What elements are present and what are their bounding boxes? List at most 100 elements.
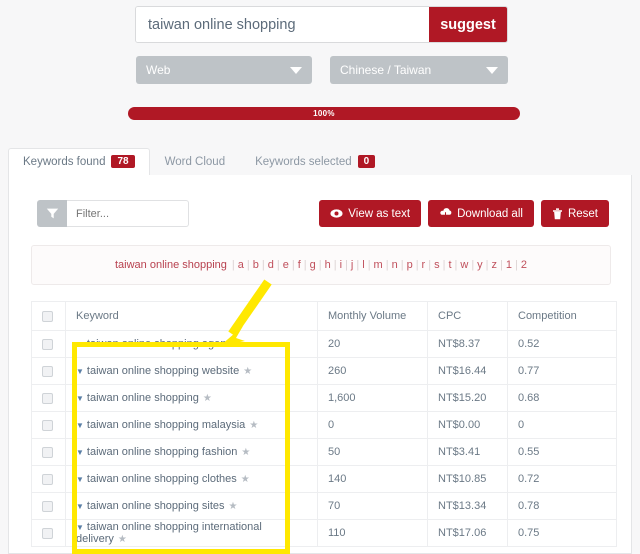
keyword-cell[interactable]: ▼ taiwan online shopping malaysia ★	[65, 411, 318, 439]
button-label: View as text	[348, 207, 411, 220]
eye-icon	[330, 209, 343, 218]
alpha-nav-keyword: taiwan online shopping	[115, 259, 227, 271]
favorite-star-icon[interactable]: ★	[233, 339, 242, 350]
expand-triangle-icon[interactable]: ▼	[76, 448, 84, 457]
alpha-nav-separator: |	[345, 259, 348, 271]
alpha-nav-link-n[interactable]: n	[392, 259, 398, 271]
row-checkbox[interactable]	[42, 527, 53, 539]
tab-word-cloud[interactable]: Word Cloud	[150, 149, 241, 175]
column-header-keyword[interactable]: Keyword	[65, 301, 318, 331]
keyword-label[interactable]: taiwan online shopping agent	[87, 338, 230, 350]
row-select-cell	[31, 465, 66, 493]
keyword-cell[interactable]: ▼ taiwan online shopping international de…	[65, 519, 318, 547]
expand-triangle-icon[interactable]: ▼	[76, 475, 84, 484]
row-select-cell	[31, 492, 66, 520]
table-row: ▼ taiwan online shopping website ★ 260 NT$16…	[31, 357, 617, 385]
alpha-nav-link-m[interactable]: m	[374, 259, 383, 271]
alpha-nav-link-f[interactable]: f	[298, 259, 301, 271]
keyword-label[interactable]: taiwan online shopping malaysia	[87, 419, 245, 431]
favorite-star-icon[interactable]: ★	[203, 393, 212, 404]
expand-triangle-icon[interactable]: ▼	[76, 394, 84, 403]
favorite-star-icon[interactable]: ★	[229, 501, 238, 512]
tab-label: Keywords found	[23, 155, 106, 168]
alpha-nav-separator: |	[428, 259, 432, 271]
column-header-monthly-volume[interactable]: Monthly Volume	[317, 301, 428, 331]
keyword-label[interactable]: taiwan online shopping fashion	[87, 446, 237, 458]
alpha-nav-link-t[interactable]: t	[448, 259, 451, 271]
alpha-nav-letters: | a | b | d | e | f | g | h | i | j | l | m | n | p | r | s | t | w | y | z | 1…	[229, 259, 527, 271]
alpha-nav-link-j[interactable]: j	[351, 259, 353, 271]
expand-triangle-icon[interactable]: ▼	[76, 523, 84, 532]
row-checkbox[interactable]	[42, 473, 53, 485]
alphabet-nav: taiwan online shopping | a | b | d | e | f | g | h | i |…	[31, 245, 611, 285]
row-checkbox[interactable]	[42, 500, 53, 512]
alpha-nav-link-z[interactable]: z	[492, 259, 498, 271]
keyword-cell[interactable]: ▼ taiwan online shopping clothes ★	[65, 465, 318, 493]
language-select[interactable]: Chinese / Taiwan	[330, 56, 508, 84]
alpha-nav-link-1[interactable]: 1	[506, 259, 512, 271]
alpha-nav-separator: |	[454, 259, 458, 271]
expand-triangle-icon[interactable]: ▼	[76, 340, 84, 349]
keyword-label[interactable]: taiwan online shopping clothes	[87, 473, 237, 485]
keyword-label[interactable]: taiwan online shopping sites	[87, 500, 225, 512]
keyword-cell[interactable]: ▼ taiwan online shopping sites ★	[65, 492, 318, 520]
keyword-label[interactable]: taiwan online shopping website	[87, 365, 239, 377]
select-all-checkbox[interactable]	[42, 310, 53, 322]
monthly-volume-cell: 260	[317, 357, 428, 385]
language-select-label: Chinese / Taiwan	[340, 63, 432, 77]
tab-keywords-selected[interactable]: Keywords selected 0	[240, 148, 390, 175]
expand-triangle-icon[interactable]: ▼	[76, 421, 84, 430]
table-row: ▼ taiwan online shopping agent ★ 20 NT$8.37 0…	[31, 330, 617, 358]
favorite-star-icon[interactable]: ★	[118, 534, 127, 545]
alpha-nav-link-d[interactable]: d	[268, 259, 274, 271]
column-header-cpc[interactable]: CPC	[427, 301, 508, 331]
favorite-star-icon[interactable]: ★	[241, 447, 250, 458]
row-checkbox[interactable]	[42, 365, 53, 377]
alpha-nav-link-l[interactable]: l	[362, 259, 364, 271]
keyword-label[interactable]: taiwan online shopping international del…	[76, 521, 262, 545]
search-input[interactable]	[136, 7, 429, 42]
alpha-nav-separator: |	[261, 259, 265, 271]
download-all-button[interactable]: Download all	[428, 200, 534, 227]
suggest-button[interactable]: suggest	[429, 7, 507, 42]
favorite-star-icon[interactable]: ★	[249, 420, 258, 431]
page-root: suggest Web Chinese / Taiwan 100% Keywor…	[0, 0, 640, 554]
alpha-nav-separator: |	[231, 259, 235, 271]
expand-triangle-icon[interactable]: ▼	[76, 502, 84, 511]
alpha-nav-link-i[interactable]: i	[340, 259, 342, 271]
keyword-cell[interactable]: ▼ taiwan online shopping fashion ★	[65, 438, 318, 466]
alpha-nav-link-s[interactable]: s	[434, 259, 440, 271]
alpha-nav-link-w[interactable]: w	[460, 259, 468, 271]
alpha-nav-link-a[interactable]: a	[238, 259, 244, 271]
alpha-nav-link-e[interactable]: e	[283, 259, 289, 271]
keyword-cell[interactable]: ▼ taiwan online shopping agent ★	[65, 330, 318, 358]
source-select[interactable]: Web	[136, 56, 312, 84]
tab-keywords-found[interactable]: Keywords found 78	[8, 148, 150, 176]
alpha-nav-link-b[interactable]: b	[253, 259, 259, 271]
cpc-cell: NT$8.37	[427, 330, 508, 358]
keyword-cell[interactable]: ▼ taiwan online shopping ★	[65, 384, 318, 412]
monthly-volume-cell: 70	[317, 492, 428, 520]
alpha-nav-link-h[interactable]: h	[325, 259, 331, 271]
keyword-label[interactable]: taiwan online shopping	[87, 392, 199, 404]
view-as-text-button[interactable]: View as text	[319, 200, 422, 227]
favorite-star-icon[interactable]: ★	[241, 474, 250, 485]
alpha-nav-link-2[interactable]: 2	[521, 259, 527, 271]
row-checkbox[interactable]	[42, 446, 53, 458]
row-checkbox[interactable]	[42, 392, 53, 404]
keyword-cell[interactable]: ▼ taiwan online shopping website ★	[65, 357, 318, 385]
column-header-competition[interactable]: Competition	[507, 301, 617, 331]
expand-triangle-icon[interactable]: ▼	[76, 367, 84, 376]
row-select-cell	[31, 357, 66, 385]
reset-button[interactable]: Reset	[540, 200, 609, 227]
row-select-cell	[31, 519, 66, 547]
filter-input[interactable]	[67, 200, 189, 227]
alpha-nav-link-p[interactable]: p	[407, 259, 413, 271]
alpha-nav-link-y[interactable]: y	[477, 259, 483, 271]
alpha-nav-link-g[interactable]: g	[310, 259, 316, 271]
alpha-nav-link-r[interactable]: r	[422, 259, 426, 271]
row-checkbox[interactable]	[42, 338, 53, 350]
favorite-star-icon[interactable]: ★	[243, 366, 252, 377]
row-checkbox[interactable]	[42, 419, 53, 431]
alpha-nav-separator: |	[303, 259, 307, 271]
